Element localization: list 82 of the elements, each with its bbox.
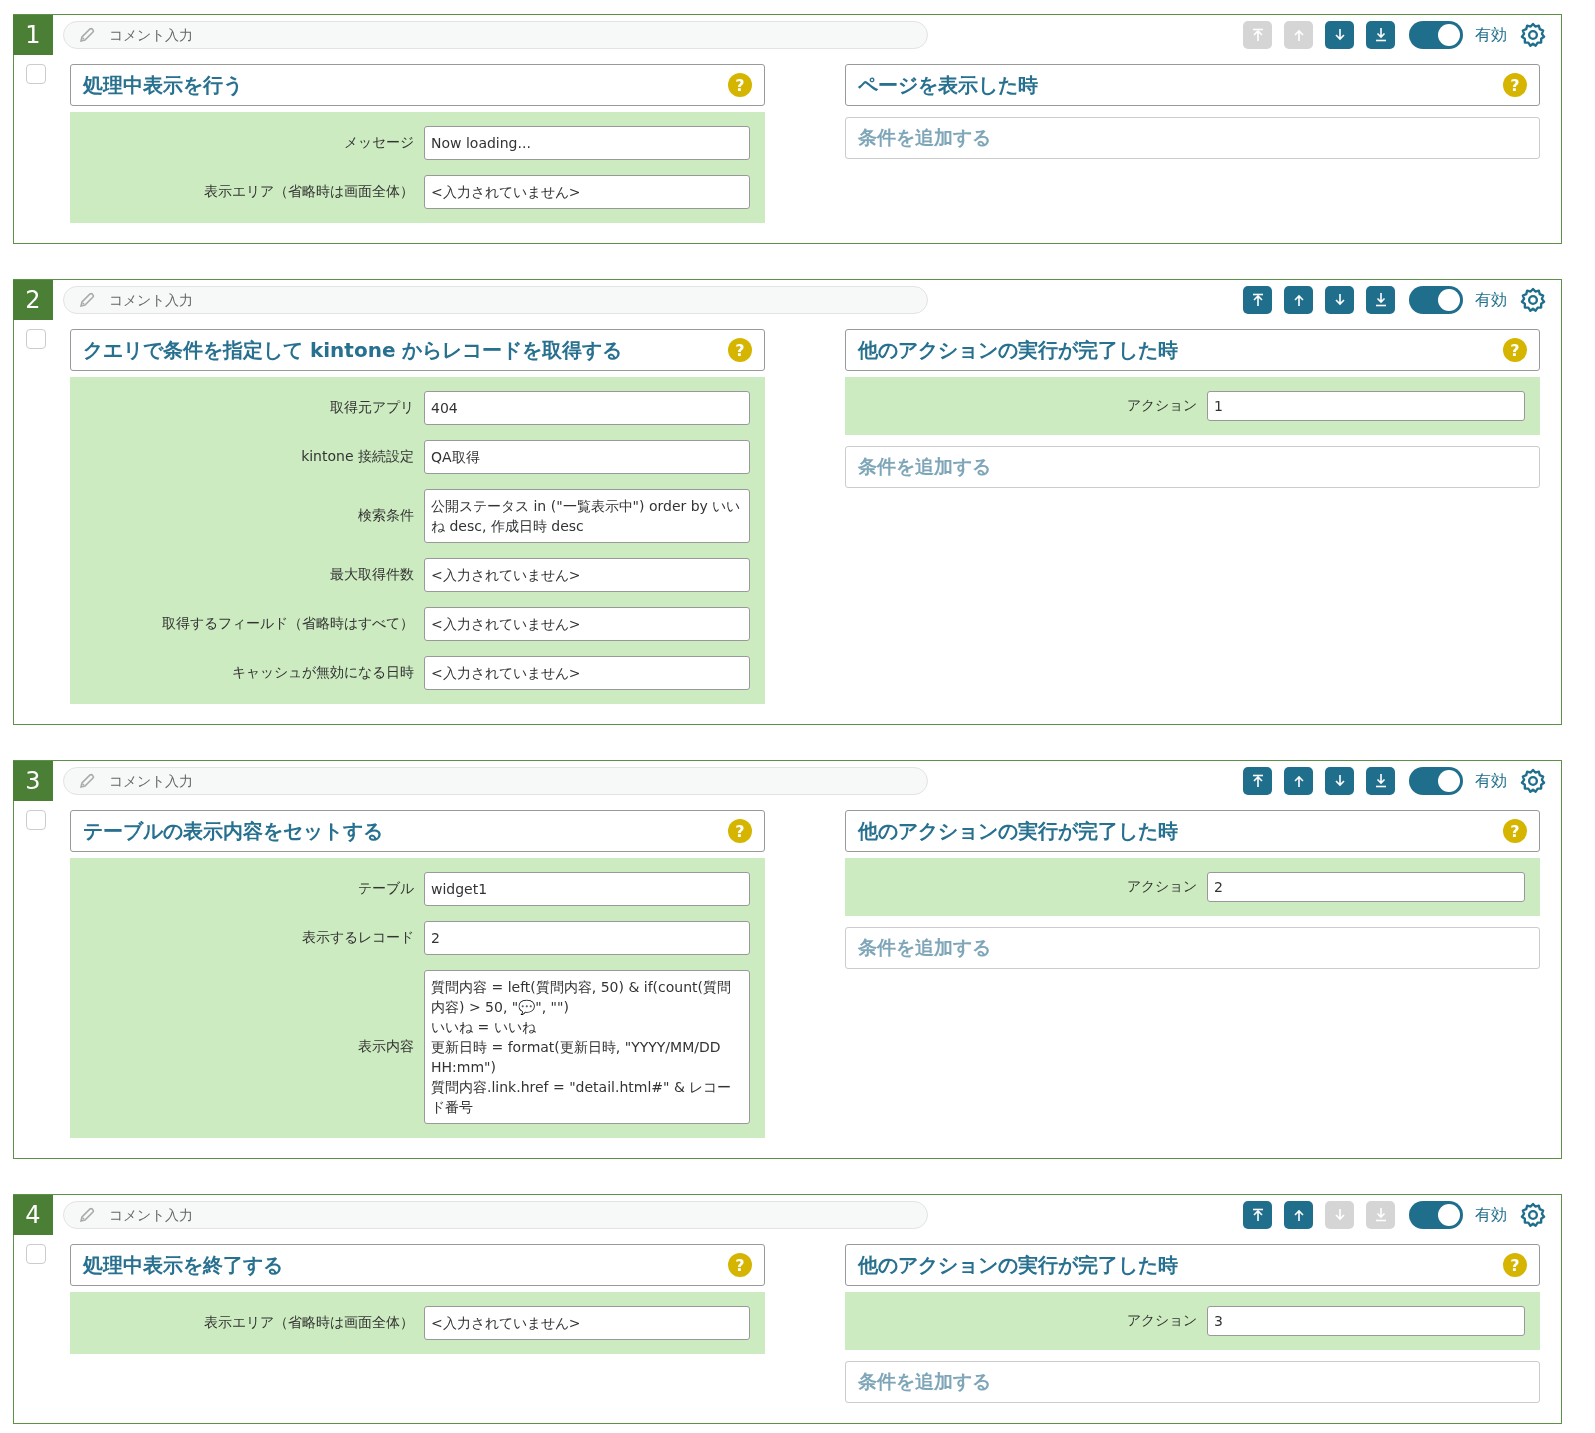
input-field[interactable]: <入力されていません> bbox=[424, 1306, 750, 1340]
field-label: kintone 接続設定 bbox=[300, 448, 415, 466]
action-title[interactable]: 処理中表示を行う ? bbox=[70, 64, 765, 106]
move-down-button[interactable] bbox=[1325, 286, 1354, 314]
input-field[interactable]: 2 bbox=[424, 921, 750, 955]
field-label: テーブル bbox=[357, 880, 415, 898]
field-label: アクション bbox=[1126, 1312, 1198, 1330]
pencil-icon bbox=[77, 1205, 97, 1225]
select-checkbox[interactable] bbox=[26, 329, 46, 349]
trigger-title[interactable]: 他のアクションの実行が完了した時 ? bbox=[845, 810, 1540, 852]
comment-field[interactable]: コメント入力 bbox=[63, 21, 928, 49]
field-label: キャッシュが無効になる日時 bbox=[231, 664, 415, 682]
field-label: 取得するフィールド（省略時はすべて） bbox=[161, 615, 415, 633]
action-number: 1 bbox=[13, 14, 53, 55]
code-line: 質問内容 = left(質問内容, 50) & if(count(質問内容) > 50, "💬", "") bbox=[431, 978, 732, 1017]
trigger-title[interactable]: 他のアクションの実行が完了した時 ? bbox=[845, 1244, 1540, 1286]
select-checkbox[interactable] bbox=[26, 810, 46, 830]
field-label: メッセージ bbox=[343, 134, 415, 152]
move-up-button[interactable] bbox=[1284, 286, 1313, 314]
input-field[interactable]: <入力されていません> bbox=[424, 607, 750, 641]
input-field[interactable]: 2 bbox=[1207, 872, 1525, 902]
action-number: 4 bbox=[13, 1194, 53, 1235]
text-area[interactable]: 質問内容 = left(質問内容, 50) & if(count(質問内容) > 50, "💬", "") いいね = いいね 更新日時 = format(更新日時, "YYYY/MM/DD HH:mm") 質問内容.link.href = "detail.html#" & レコード番号 bbox=[424, 970, 750, 1124]
enable-label: 有効 bbox=[1475, 770, 1507, 792]
field-label: アクション bbox=[1126, 878, 1198, 896]
field-label: 表示内容 bbox=[357, 1038, 415, 1056]
settings-icon[interactable] bbox=[1519, 1201, 1547, 1229]
move-top-button[interactable] bbox=[1243, 767, 1272, 795]
enable-toggle[interactable] bbox=[1409, 286, 1463, 314]
move-up-button[interactable] bbox=[1284, 1201, 1313, 1229]
input-field[interactable]: QA取得 bbox=[424, 440, 750, 474]
move-bottom-button[interactable] bbox=[1366, 767, 1395, 795]
input-field[interactable]: <入力されていません> bbox=[424, 558, 750, 592]
code-line: 更新日時 = format(更新日時, "YYYY/MM/DD HH:mm") bbox=[431, 1038, 722, 1077]
trigger-title[interactable]: ページを表示した時 ? bbox=[845, 64, 1540, 106]
input-field[interactable]: <入力されていません> bbox=[424, 656, 750, 690]
action-number: 3 bbox=[13, 760, 53, 801]
pencil-icon bbox=[77, 771, 97, 791]
input-field[interactable]: widget1 bbox=[424, 872, 750, 906]
field-label: 表示するレコード bbox=[301, 929, 415, 947]
input-field[interactable]: 404 bbox=[424, 391, 750, 425]
action-title[interactable]: クエリで条件を指定して kintone からレコードを取得する ? bbox=[70, 329, 765, 371]
pencil-icon bbox=[77, 25, 97, 45]
input-field[interactable]: 公開ステータス in ("一覧表示中") order by いいね desc, 作成日時 desc bbox=[424, 489, 750, 543]
enable-toggle[interactable] bbox=[1409, 1201, 1463, 1229]
enable-label: 有効 bbox=[1475, 289, 1507, 311]
comment-field[interactable]: コメント入力 bbox=[63, 286, 928, 314]
field-label: 表示エリア（省略時は画面全体） bbox=[203, 1314, 415, 1332]
move-top-button[interactable] bbox=[1243, 1201, 1272, 1229]
move-top-button[interactable] bbox=[1243, 286, 1272, 314]
move-bottom-button[interactable] bbox=[1366, 21, 1395, 49]
settings-icon[interactable] bbox=[1519, 21, 1547, 49]
field-label: アクション bbox=[1126, 397, 1198, 415]
enable-toggle[interactable] bbox=[1409, 21, 1463, 49]
enable-label: 有効 bbox=[1475, 1204, 1507, 1226]
move-bottom-button[interactable] bbox=[1366, 286, 1395, 314]
enable-label: 有効 bbox=[1475, 24, 1507, 46]
action-title[interactable]: 処理中表示を終了する ? bbox=[70, 1244, 765, 1286]
pencil-icon bbox=[77, 290, 97, 310]
comment-field[interactable]: コメント入力 bbox=[63, 767, 928, 795]
input-field[interactable]: <入力されていません> bbox=[424, 175, 750, 209]
enable-toggle[interactable] bbox=[1409, 767, 1463, 795]
trigger-title[interactable]: 他のアクションの実行が完了した時 ? bbox=[845, 329, 1540, 371]
code-line: いいね = いいね bbox=[431, 1018, 537, 1037]
field-label: 最大取得件数 bbox=[329, 566, 415, 584]
input-field[interactable]: 1 bbox=[1207, 391, 1525, 421]
action-number: 2 bbox=[13, 279, 53, 320]
field-label: 検索条件 bbox=[357, 507, 415, 525]
move-down-button[interactable] bbox=[1325, 767, 1354, 795]
move-down-button[interactable] bbox=[1325, 21, 1354, 49]
input-field[interactable]: Now loading... bbox=[424, 126, 750, 160]
settings-icon[interactable] bbox=[1519, 286, 1547, 314]
comment-field[interactable]: コメント入力 bbox=[63, 1201, 928, 1229]
action-title[interactable]: テーブルの表示内容をセットする ? bbox=[70, 810, 765, 852]
settings-icon[interactable] bbox=[1519, 767, 1547, 795]
select-checkbox[interactable] bbox=[26, 1244, 46, 1264]
field-label: 表示エリア（省略時は画面全体） bbox=[203, 183, 415, 201]
field-label: 取得元アプリ bbox=[329, 399, 415, 417]
input-field[interactable]: 3 bbox=[1207, 1306, 1525, 1336]
select-checkbox[interactable] bbox=[26, 64, 46, 84]
code-line: 質問内容.link.href = "detail.html#" & レコード番号 bbox=[431, 1078, 733, 1117]
move-up-button[interactable] bbox=[1284, 767, 1313, 795]
